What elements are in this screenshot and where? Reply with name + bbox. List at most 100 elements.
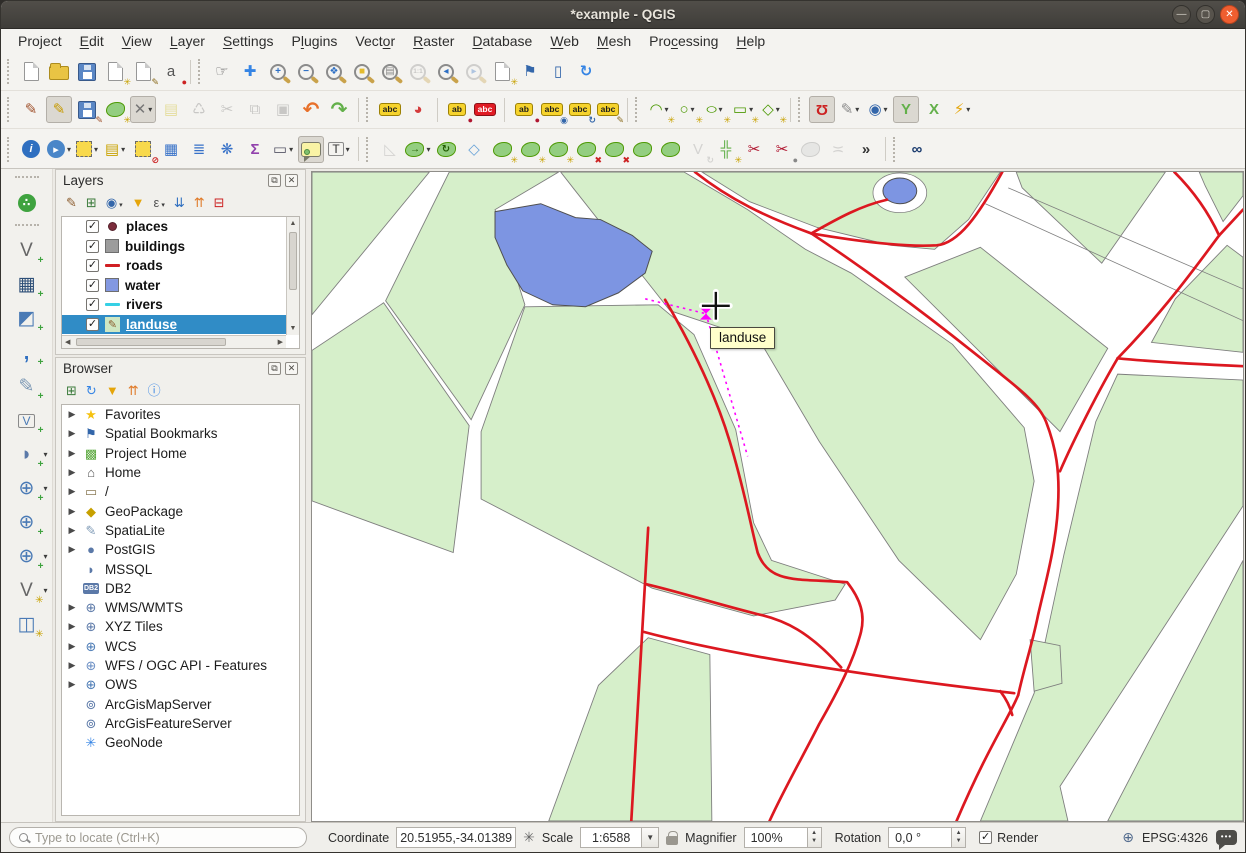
select-features-dropdown-icon[interactable]: ▾	[94, 145, 98, 154]
coordinate-value[interactable]: 20.51955,-34.01389	[396, 827, 516, 848]
menu-layer[interactable]: Layer	[161, 31, 214, 51]
remove-layer-button[interactable]: ⊟	[214, 196, 225, 209]
menu-plugins[interactable]: Plugins	[282, 31, 346, 51]
add-wms-wmts-layer-button[interactable]: ⊕+▾	[8, 473, 46, 504]
layer-visibility-checkbox[interactable]: ✓	[86, 318, 99, 331]
menu-web[interactable]: Web	[541, 31, 588, 51]
menu-edit[interactable]: Edit	[71, 31, 113, 51]
refresh-browser-button[interactable]: ↻	[86, 384, 97, 397]
browser-item-postgis[interactable]: ▶●PostGIS	[62, 540, 299, 559]
open-attribute-table-button[interactable]: ▦	[158, 136, 184, 163]
field-calculator-button[interactable]: ≣	[186, 136, 212, 163]
add-raster-layer-button[interactable]: ▦+	[8, 269, 46, 300]
zoom-in-button[interactable]: +	[265, 58, 291, 85]
menu-vector[interactable]: Vector	[346, 31, 404, 51]
identify-features-button[interactable]: i	[18, 136, 44, 163]
browser-item-xyz-tiles[interactable]: ▶⊕XYZ Tiles	[62, 617, 299, 636]
rotate-label-button[interactable]: abc↻	[567, 96, 593, 123]
show-layout-manager-button[interactable]: ✎	[130, 58, 156, 85]
close-panel-icon[interactable]: ✕	[285, 174, 298, 187]
layer-row-places[interactable]: ✓places	[62, 217, 299, 237]
menu-mesh[interactable]: Mesh	[588, 31, 640, 51]
menu-database[interactable]: Database	[463, 31, 541, 51]
snapping-options-dropdown-icon[interactable]: ▾	[855, 105, 859, 114]
scroll-down-icon[interactable]: ▼	[287, 325, 299, 332]
layer-row-rivers[interactable]: ✓rivers	[62, 295, 299, 315]
expand-arrow-icon[interactable]: ▶	[67, 679, 77, 690]
change-label-properties-button[interactable]: abc✎	[595, 96, 621, 123]
open-project-button[interactable]	[46, 58, 72, 85]
float-panel-icon[interactable]: ⧉	[268, 174, 281, 187]
expand-arrow-icon[interactable]: ▶	[67, 525, 77, 536]
refresh-map-button[interactable]: ↻	[573, 58, 599, 85]
add-polygon-feature-button[interactable]: ✳	[102, 96, 128, 123]
add-delimited-text-layer-button[interactable]: ,+	[8, 337, 46, 368]
deselect-features-button[interactable]: ⊘	[130, 136, 156, 163]
browser-item-arcgisfeatureserver[interactable]: ⊚ArcGisFeatureServer	[62, 714, 299, 733]
open-layer-styling-button[interactable]: ✎	[66, 196, 77, 209]
new-project-button[interactable]	[18, 58, 44, 85]
add-group-button[interactable]: ⊞	[86, 196, 97, 209]
menu-view[interactable]: View	[113, 31, 161, 51]
snapping-on-intersection-button[interactable]: X	[921, 96, 947, 123]
browser-item-home[interactable]: ▶⌂Home	[62, 463, 299, 482]
redo-button[interactable]: ↷	[326, 96, 352, 123]
render-checkbox[interactable]: ✓	[979, 831, 992, 844]
expand-arrow-icon[interactable]: ▶	[67, 467, 77, 478]
layer-row-buildings[interactable]: ✓buildings	[62, 237, 299, 257]
float-panel-icon[interactable]: ⧉	[268, 362, 281, 375]
delete-part-button[interactable]: ✖	[601, 136, 627, 163]
digitize-circular-string-dropdown-icon[interactable]: ▾	[665, 105, 669, 114]
properties-info-button[interactable]: ⓘ	[148, 384, 161, 397]
scroll-left-icon[interactable]: ◀	[65, 338, 70, 346]
menu-processing[interactable]: Processing	[640, 31, 727, 51]
layer-visibility-checkbox[interactable]: ✓	[86, 298, 99, 311]
filter-browser-button[interactable]: ▼	[106, 384, 119, 397]
digitize-ellipse-button[interactable]: ○✳▾	[702, 96, 728, 123]
add-vector-layer-button[interactable]: V+	[8, 235, 46, 266]
save-project-button[interactable]	[74, 58, 100, 85]
magnifier-value[interactable]: 100%	[744, 827, 808, 848]
pin-unpin-labels-button[interactable]: ab●	[444, 96, 470, 123]
toolbar-drag-handle[interactable]	[366, 97, 372, 122]
toolbar-drag-handle[interactable]	[15, 176, 39, 183]
add-wfs-layer-dropdown-icon[interactable]: ▾	[43, 552, 47, 561]
offset-curve-button[interactable]	[657, 136, 683, 163]
layer-visibility-checkbox[interactable]: ✓	[86, 279, 99, 292]
expand-arrow-icon[interactable]: ▶	[67, 506, 77, 517]
style-manager-button[interactable]: a●	[158, 58, 184, 85]
toolbar-drag-handle[interactable]	[893, 137, 899, 162]
filter-by-expression-button[interactable]: ε▾	[154, 196, 165, 209]
current-edits-button[interactable]: ✎	[18, 96, 44, 123]
extents-toggle-icon[interactable]: ✳	[523, 829, 535, 846]
simplify-feature-button[interactable]: ✳	[489, 136, 515, 163]
trim-extend-feature-button[interactable]: ╬✳	[713, 136, 739, 163]
show-edit-markers-button[interactable]: ◉▾	[865, 96, 891, 123]
vertex-tool-dropdown-icon[interactable]: ▾	[148, 105, 152, 114]
digitize-ellipse-dropdown-icon[interactable]: ▾	[719, 105, 723, 114]
layer-visibility-checkbox[interactable]: ✓	[86, 240, 99, 253]
digitize-rectangle-button[interactable]: ▭✳▾	[730, 96, 756, 123]
toolbar-drag-handle[interactable]	[7, 59, 13, 84]
browser-item-wcs[interactable]: ▶⊕WCS	[62, 637, 299, 656]
minimize-button[interactable]: —	[1172, 5, 1191, 24]
toolbar-drag-handle[interactable]	[7, 97, 13, 122]
browser-item-db2[interactable]: DB2DB2	[62, 579, 299, 598]
add-wcs-layer-button[interactable]: ⊕+	[8, 507, 46, 538]
menu-help[interactable]: Help	[727, 31, 774, 51]
rotation-value[interactable]: 0,0 °	[888, 827, 952, 848]
move-feature-dropdown-icon[interactable]: ▾	[426, 145, 430, 154]
layer-row-water[interactable]: ✓water	[62, 276, 299, 296]
move-label-diagram-button[interactable]: ab●	[511, 96, 537, 123]
save-layer-edits-button[interactable]: ✎	[74, 96, 100, 123]
split-features-button[interactable]: ✂	[741, 136, 767, 163]
add-mesh-layer-button[interactable]: ◩+	[8, 303, 46, 334]
layer-labeling-options-button[interactable]: abc	[377, 96, 403, 123]
digitize-circular-string-button[interactable]: ◠✳▾	[646, 96, 672, 123]
new-print-layout-button[interactable]: ✳	[102, 58, 128, 85]
expand-arrow-icon[interactable]: ▶	[67, 660, 77, 671]
browser-item-geopackage[interactable]: ▶◆GeoPackage	[62, 501, 299, 520]
layer-visibility-checkbox[interactable]: ✓	[86, 259, 99, 272]
digitize-regular-polygon-dropdown-icon[interactable]: ▾	[776, 105, 780, 114]
filter-legend-button[interactable]: ▼	[132, 196, 145, 209]
